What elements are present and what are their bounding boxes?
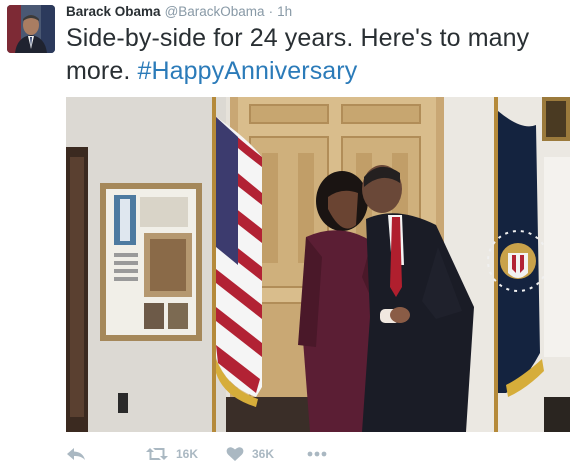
more-button[interactable] xyxy=(306,446,328,462)
tweet-text: Side-by-side for 24 years. Here's to man… xyxy=(66,22,566,88)
author-display-name[interactable]: Barack Obama xyxy=(66,4,161,19)
tweet-timestamp[interactable]: 1h xyxy=(277,4,292,19)
reply-button[interactable] xyxy=(66,446,146,462)
heart-icon xyxy=(226,447,244,461)
retweet-count: 16K xyxy=(176,447,199,461)
more-dots-icon xyxy=(307,451,327,457)
tweet-header: Barack Obama @BarackObama · 1h xyxy=(66,4,292,22)
reply-arrow-icon xyxy=(67,448,85,460)
author-avatar[interactable] xyxy=(7,5,55,53)
tweet-actions: 16K 36K xyxy=(66,442,328,466)
tweet-card[interactable]: Barack Obama @BarackObama · 1h Side-by-s… xyxy=(0,0,582,476)
header-separator: · xyxy=(268,4,274,19)
retweet-button[interactable]: 16K xyxy=(146,446,226,462)
retweet-icon xyxy=(146,448,168,460)
author-handle[interactable]: @BarackObama xyxy=(165,4,265,19)
tweet-photo[interactable] xyxy=(66,97,570,432)
like-button[interactable]: 36K xyxy=(226,446,306,462)
hashtag-link[interactable]: #HappyAnniversary xyxy=(137,57,357,85)
like-count: 36K xyxy=(252,447,275,461)
